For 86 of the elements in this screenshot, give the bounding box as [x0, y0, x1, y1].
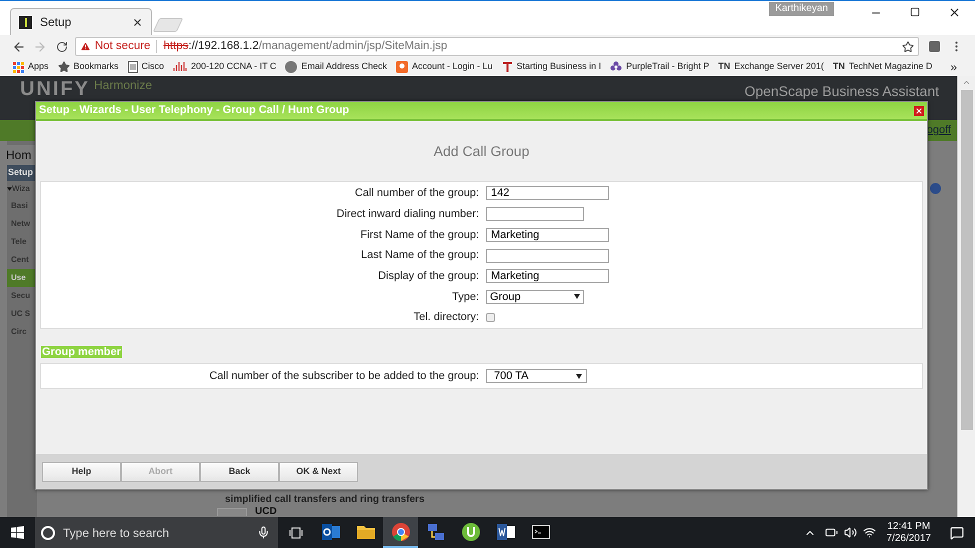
- extension-icon[interactable]: [929, 41, 940, 52]
- field-label: Type:: [452, 290, 479, 305]
- bookmark-item[interactable]: TN Exchange Server 201(: [718, 60, 824, 74]
- bulb-icon: [396, 61, 408, 73]
- text-field[interactable]: Marketing: [486, 269, 609, 284]
- warning-icon: [80, 41, 91, 52]
- clock-date[interactable]: 7/26/2017: [886, 532, 931, 544]
- more-bookmarks-button[interactable]: »: [950, 58, 958, 76]
- bookmark-item[interactable]: TN TechNet Magazine D: [832, 60, 932, 74]
- dialog-heading: Add Call Group: [434, 142, 530, 161]
- dropdown-arrow-icon: [576, 374, 582, 378]
- scrollbar[interactable]: [957, 76, 975, 517]
- field-label: First Name of the group:: [360, 228, 479, 243]
- site-initials: TN: [832, 60, 845, 74]
- network-icon[interactable]: [426, 522, 444, 540]
- folder-icon[interactable]: [356, 524, 374, 538]
- field-label: Last Name of the group:: [360, 248, 479, 264]
- close-tab-icon[interactable]: [132, 16, 143, 28]
- search-box[interactable]: Type here to search: [35, 517, 278, 548]
- field-label: Tel. directory:: [414, 310, 479, 326]
- field-label: Call number of the group:: [354, 186, 479, 202]
- mail-app-icon[interactable]: [322, 524, 340, 540]
- bookmark-item[interactable]: Bookmarks: [58, 60, 119, 74]
- field-label: Display of the group:: [378, 268, 479, 284]
- bookmark-item[interactable]: Email Address Check: [285, 60, 387, 74]
- dialog-button[interactable]: OK & Next: [279, 462, 358, 482]
- microphone-icon[interactable]: [257, 526, 270, 539]
- dialog-title: Setup - Wizards - User Telephony - Group Call / Hunt Group: [39, 103, 350, 118]
- apps-grid-icon: [13, 62, 24, 72]
- text-field[interactable]: [486, 207, 584, 222]
- reload-icon[interactable]: [56, 40, 68, 52]
- field-label: Direct inward dialing number:: [336, 206, 479, 222]
- t-icon: [502, 61, 513, 73]
- checkbox[interactable]: [486, 313, 495, 322]
- bookmark-item[interactable]: 200-120 CCNA - IT C: [173, 60, 276, 74]
- subscriber-dropdown[interactable]: 700 TA: [486, 369, 587, 383]
- cortana-icon: [41, 526, 55, 540]
- product-title: OpenScape Business Assistant: [744, 84, 939, 99]
- bars-icon: [173, 62, 188, 72]
- url-text: https://192.168.1.2/management/admin/jsp/SiteMain.jsp: [163, 38, 448, 54]
- group-member-legend: Group member: [41, 346, 122, 358]
- start-icon[interactable]: [11, 526, 24, 539]
- logo: UNIFY: [20, 79, 90, 99]
- bookmark-item[interactable]: Account - Login - Lu: [396, 60, 493, 74]
- terminal-icon[interactable]: [532, 524, 550, 538]
- dropdown-arrow-icon: [574, 294, 580, 300]
- volume-icon[interactable]: [844, 526, 856, 539]
- bookmark-item[interactable]: PurpleTrail - Bright P: [610, 60, 710, 74]
- sidebar-item[interactable]: Setup: [7, 165, 37, 181]
- user-icon: [285, 61, 298, 73]
- security-label: Not secure: [94, 38, 150, 54]
- taskbar-app[interactable]: [383, 517, 418, 548]
- text-field[interactable]: [486, 248, 609, 262]
- address-bar[interactable]: Not secure https://192.168.1.2/management/admin/jsp/SiteMain.jsp: [74, 37, 920, 56]
- task-view-icon[interactable]: [288, 526, 302, 538]
- page-icon: [128, 61, 138, 73]
- bookmark-item[interactable]: Apps: [13, 60, 49, 74]
- torrent-icon[interactable]: [462, 522, 480, 540]
- bookmark-item[interactable]: Cisco: [128, 60, 164, 74]
- notifications-icon[interactable]: [950, 526, 964, 540]
- close-window-icon[interactable]: [948, 6, 961, 19]
- field-label: Call number of the subscriber to be added to the group:: [209, 368, 479, 384]
- star-icon: [58, 61, 70, 73]
- text-field[interactable]: 142: [486, 186, 609, 200]
- list-description: simplified call transfers and ring transfers: [224, 494, 426, 506]
- expand-triangle-icon: [7, 187, 12, 191]
- back-icon[interactable]: [12, 40, 26, 54]
- dialog-button[interactable]: Back: [200, 462, 279, 482]
- browser-tab[interactable]: Setup: [10, 8, 152, 35]
- bookmark-star-icon[interactable]: [902, 40, 914, 52]
- browser-icon[interactable]: [392, 522, 410, 540]
- site-initials: TN: [718, 60, 730, 74]
- document-app-icon[interactable]: [496, 524, 514, 540]
- close-dialog-button[interactable]: [914, 106, 924, 116]
- list-title: UCD: [255, 507, 277, 517]
- type-dropdown[interactable]: Group: [486, 290, 584, 304]
- bookmark-item[interactable]: Starting Business in I: [502, 60, 602, 74]
- clock-time[interactable]: 12:41 PM: [887, 520, 930, 532]
- scroll-up-icon[interactable]: [962, 78, 971, 87]
- brand-text: Harmonize: [94, 79, 152, 91]
- text-field[interactable]: Marketing: [486, 228, 609, 242]
- site-favicon: [19, 16, 32, 28]
- battery-icon[interactable]: [824, 526, 838, 539]
- dialog-button[interactable]: Help: [42, 462, 121, 482]
- flower-icon: [610, 61, 622, 73]
- maximize-icon[interactable]: [910, 7, 920, 17]
